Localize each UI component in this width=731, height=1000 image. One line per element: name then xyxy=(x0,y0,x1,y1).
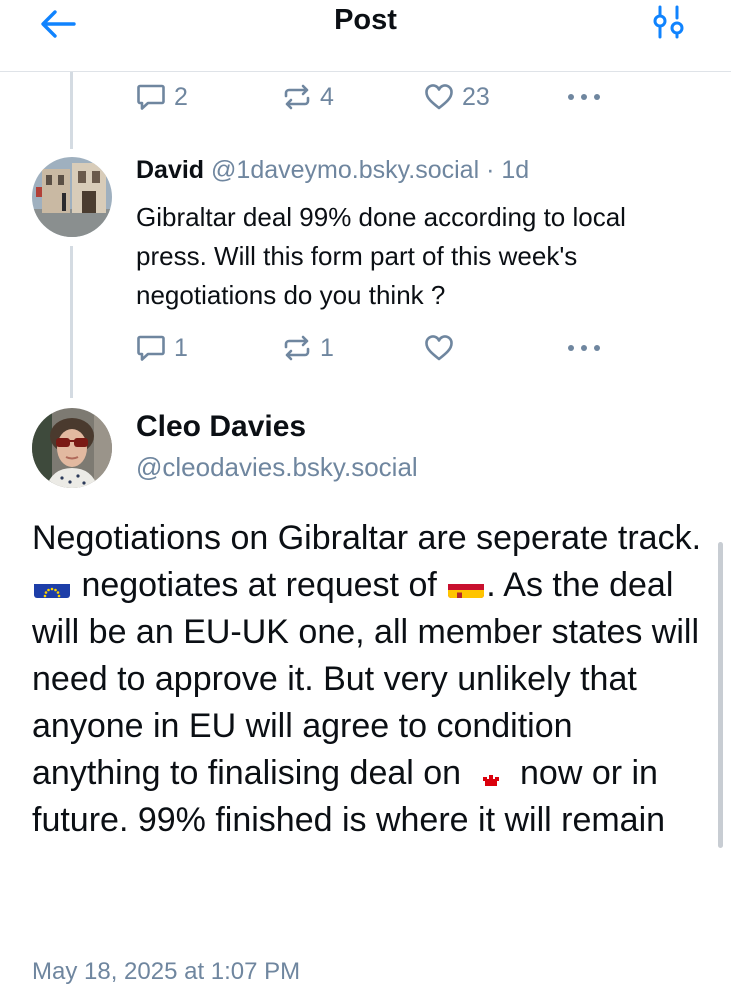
scrollbar[interactable] xyxy=(718,542,723,848)
spain-flag xyxy=(448,574,485,598)
avatar-photo xyxy=(32,157,112,237)
eu-flag xyxy=(34,574,70,598)
reply-count: 2 xyxy=(174,82,188,111)
post-timestamp: May 18, 2025 at 1:07 PM xyxy=(32,958,301,985)
post-text: Negotiations on Gibraltar are seperate t… xyxy=(32,515,702,844)
meta-separator: · xyxy=(486,156,495,184)
gibraltar-flag xyxy=(472,762,509,786)
reply-text: Gibraltar deal 99% done according to loc… xyxy=(136,202,626,310)
reply-button[interactable]: 1 xyxy=(136,334,188,363)
author-handle[interactable]: @cleodavies.bsky.social xyxy=(136,452,418,483)
repost-count: 1 xyxy=(320,333,334,362)
repost-icon xyxy=(284,335,310,361)
like-button[interactable] xyxy=(424,334,454,362)
repost-button[interactable]: 1 xyxy=(282,334,334,363)
reply-count: 1 xyxy=(174,333,188,362)
filter-icon xyxy=(653,5,684,39)
post-time: 1d xyxy=(501,156,530,184)
page-title: Post xyxy=(334,4,397,36)
more-options-button[interactable] xyxy=(566,92,602,102)
comment-icon xyxy=(137,84,165,110)
top-bar: Post xyxy=(0,0,731,72)
avatar[interactable] xyxy=(32,408,112,488)
like-button[interactable]: 23 xyxy=(424,83,490,112)
avatar[interactable] xyxy=(32,157,112,237)
repost-button[interactable]: 4 xyxy=(282,83,334,112)
author-name[interactable]: Cleo Davies xyxy=(136,410,306,444)
thread-options-button[interactable] xyxy=(651,4,687,40)
author-handle[interactable]: @1daveymo.bsky.social xyxy=(211,156,479,184)
heart-icon xyxy=(425,84,453,110)
thread-line xyxy=(70,72,73,149)
more-options-button[interactable] xyxy=(566,343,602,353)
like-count: 23 xyxy=(462,82,490,111)
heart-icon xyxy=(425,335,453,361)
thread-line xyxy=(70,246,73,398)
repost-icon xyxy=(284,84,310,110)
reply-header: David @1daveymo.bsky.social · 1d xyxy=(136,156,529,185)
post-text-part: Negotiations on Gibraltar are seperate t… xyxy=(32,519,702,557)
author-name[interactable]: David xyxy=(136,156,204,184)
reply-button[interactable]: 2 xyxy=(136,83,188,112)
more-icon xyxy=(568,345,600,351)
more-icon xyxy=(568,94,600,100)
avatar-photo xyxy=(32,408,112,488)
comment-icon xyxy=(137,335,165,361)
repost-count: 4 xyxy=(320,82,334,111)
post-text-part: negotiates at request of xyxy=(81,566,437,604)
